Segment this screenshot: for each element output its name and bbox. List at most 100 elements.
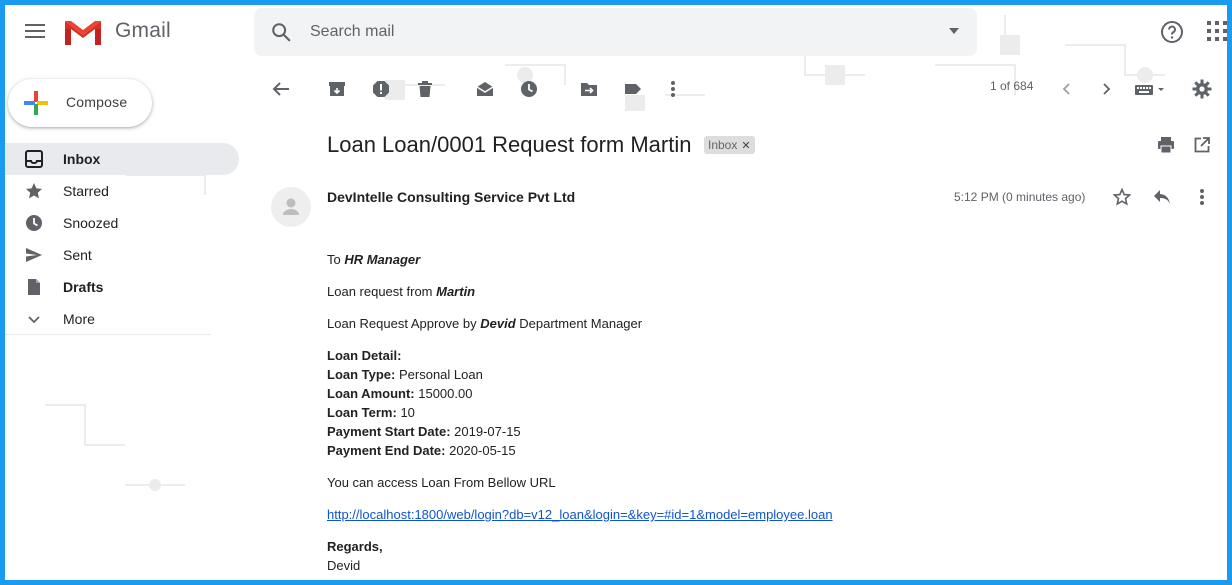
trash-icon <box>418 81 432 97</box>
request-prefix: Loan request from <box>327 284 437 299</box>
sender-name: DevIntelle Consulting Service Pvt Ltd <box>327 189 576 205</box>
inbox-label-chip[interactable]: Inbox ✕ <box>704 136 755 154</box>
chevron-right-icon <box>1103 83 1111 95</box>
recipient-prefix: To <box>327 252 345 267</box>
sidebar-item-label: More <box>63 311 95 327</box>
signature-block: Regards, Devid <box>327 537 1187 575</box>
archive-button[interactable] <box>325 77 349 101</box>
star-outline-icon <box>1113 188 1131 206</box>
print-icon <box>1158 137 1174 154</box>
sender-avatar[interactable] <box>271 187 311 227</box>
main-menu-button[interactable] <box>19 19 51 43</box>
plus-icon <box>24 91 48 115</box>
reply-icon <box>1154 190 1170 204</box>
send-icon <box>26 248 42 262</box>
detail-value: 15000.00 <box>414 386 473 401</box>
report-spam-icon <box>373 81 389 97</box>
detail-value: Personal Loan <box>395 367 483 382</box>
more-vert-icon <box>671 81 675 97</box>
delete-button[interactable] <box>413 77 437 101</box>
pagination-count: 1 of 684 <box>990 79 1034 93</box>
url-line: http://localhost:1800/web/login?db=v12_l… <box>327 505 1187 524</box>
settings-button[interactable] <box>1190 77 1214 101</box>
signature-name: Devid <box>327 558 361 573</box>
report-spam-button[interactable] <box>369 77 393 101</box>
access-text: You can access Loan From Bellow URL <box>327 475 556 490</box>
sidebar-item-snoozed[interactable]: Snoozed <box>5 207 239 239</box>
chevron-down-icon <box>28 316 40 324</box>
detail-key: Payment Start Date: <box>327 424 451 439</box>
mark-unread-button[interactable] <box>473 77 497 101</box>
detail-value: 2019-07-15 <box>450 424 521 439</box>
sidebar-item-drafts[interactable]: Drafts <box>5 271 239 303</box>
compose-button[interactable]: Compose <box>8 79 152 127</box>
keyboard-icon <box>1135 85 1164 95</box>
app-name: Gmail <box>115 19 171 42</box>
recipient-name: HR Manager <box>344 252 421 267</box>
detail-key: Payment End Date: <box>327 443 446 458</box>
more-vert-icon <box>1200 189 1204 205</box>
apps-grid-icon[interactable] <box>1207 21 1227 41</box>
gmail-logo-icon[interactable] <box>63 17 103 47</box>
detail-key: Loan Term: <box>327 405 397 420</box>
archive-icon <box>329 82 345 96</box>
detail-value: 10 <box>396 405 415 420</box>
approval-suffix: Department Manager <box>515 316 643 331</box>
approver-name: Devid <box>480 316 516 331</box>
open-new-window-button[interactable] <box>1190 133 1214 157</box>
sidebar-item-label: Drafts <box>63 279 104 295</box>
detail-value: 2020-05-15 <box>445 443 516 458</box>
more-options-button[interactable] <box>661 77 685 101</box>
requester-name: Martin <box>436 284 476 299</box>
gmail-window: Gmail Compose <box>5 5 1227 580</box>
loan-detail-block: Loan Detail: Loan Type: Personal Loan Lo… <box>327 346 1187 460</box>
sidebar-item-sent[interactable]: Sent <box>5 239 239 271</box>
older-button[interactable] <box>1094 77 1118 101</box>
clock-icon <box>521 81 537 97</box>
sidebar-item-inbox[interactable]: Inbox <box>5 143 239 175</box>
inbox-icon <box>25 150 43 168</box>
email-timestamp: 5:12 PM (0 minutes ago) <box>954 190 1086 204</box>
search-options-icon[interactable] <box>949 28 959 34</box>
snooze-button[interactable] <box>517 77 541 101</box>
sidebar-item-starred[interactable]: Starred <box>5 175 239 207</box>
email-body: To HR Manager Loan request from Martin L… <box>327 250 1187 580</box>
recipient-line: To HR Manager <box>327 250 1187 269</box>
person-icon <box>283 198 299 215</box>
mail-open-icon <box>476 82 494 96</box>
sidebar-item-label: Starred <box>63 183 109 199</box>
approval-line: Loan Request Approve by Devid Department… <box>327 314 1187 333</box>
labels-button[interactable] <box>621 77 645 101</box>
hamburger-icon <box>25 24 45 38</box>
request-line: Loan request from Martin <box>327 282 1187 301</box>
help-icon[interactable] <box>1160 20 1184 44</box>
message-more-button[interactable] <box>1190 185 1214 209</box>
regards-text: Regards, <box>327 539 383 554</box>
reply-button[interactable] <box>1150 185 1174 209</box>
star-icon <box>26 183 42 199</box>
newer-button[interactable] <box>1055 77 1079 101</box>
open-in-new-icon <box>1194 137 1210 153</box>
draft-icon <box>28 279 40 295</box>
move-to-button[interactable] <box>577 77 601 101</box>
sidebar-item-more[interactable]: More <box>5 303 239 335</box>
detail-key: Loan Amount: <box>327 386 415 401</box>
label-icon <box>625 84 641 94</box>
loan-url-link[interactable]: http://localhost:1800/web/login?db=v12_l… <box>327 507 833 522</box>
back-button[interactable] <box>269 77 293 101</box>
input-tools-button[interactable] <box>1132 77 1168 101</box>
sidebar-item-label: Inbox <box>63 151 101 167</box>
remove-label-icon[interactable]: ✕ <box>741 140 750 152</box>
chevron-left-icon <box>1062 83 1070 95</box>
sidebar-divider <box>5 334 211 335</box>
search-bar[interactable] <box>254 8 977 56</box>
email-subject: Loan Loan/0001 Request form Martin <box>327 132 692 157</box>
print-button[interactable] <box>1154 133 1178 157</box>
label-chip-text: Inbox <box>708 138 738 152</box>
move-to-folder-icon <box>581 83 597 96</box>
arrow-back-icon <box>272 82 289 96</box>
search-icon[interactable] <box>270 21 292 43</box>
search-input[interactable] <box>310 18 910 46</box>
star-button[interactable] <box>1110 185 1134 209</box>
sidebar-nav: Inbox Starred Snoozed Sent Drafts More <box>5 143 239 335</box>
